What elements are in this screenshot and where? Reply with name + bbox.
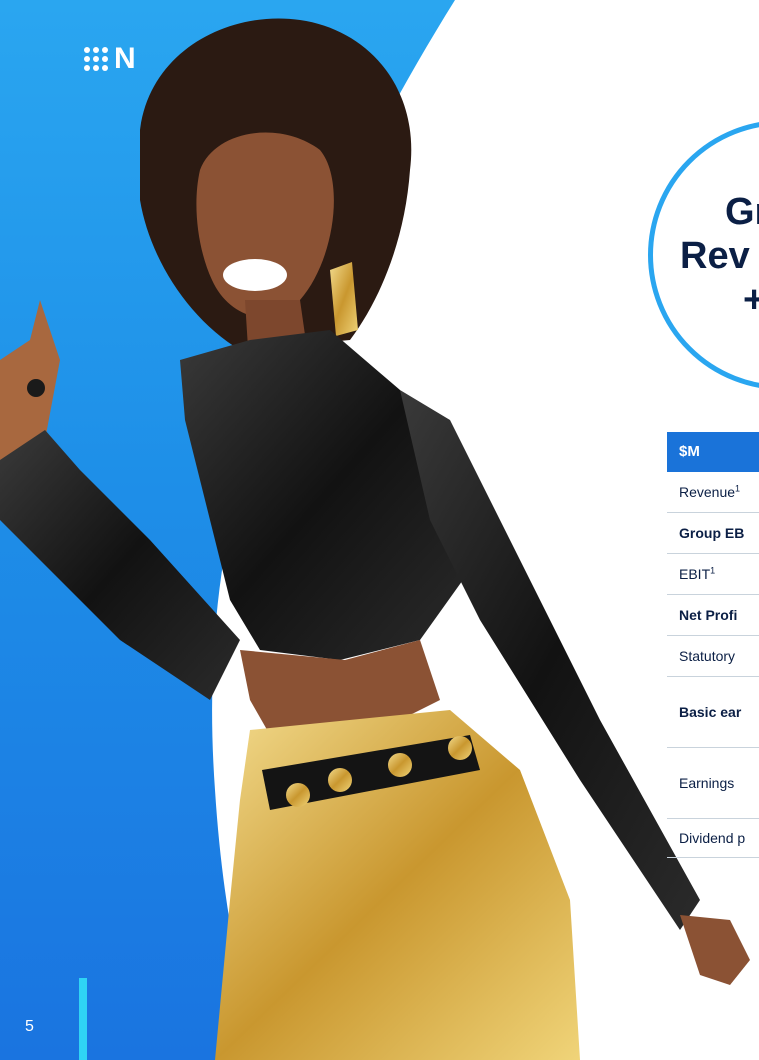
callout-line-1: Gr bbox=[725, 191, 759, 233]
slide: N G Rev + $M Revenue1 Group EB EBIT1 Net… bbox=[0, 0, 759, 1060]
accent-bar bbox=[79, 978, 87, 1060]
row-label: Revenue bbox=[679, 484, 736, 500]
row-label: Group EB bbox=[679, 525, 745, 541]
callout-line-3: + bbox=[743, 279, 759, 321]
table-row-ebit: EBIT1 bbox=[667, 554, 759, 595]
row-label: Net Profi bbox=[679, 607, 738, 623]
table-row-group-ebitda: Group EB bbox=[667, 513, 759, 554]
row-label: EBIT bbox=[679, 566, 711, 582]
table-row-dividend: Dividend p bbox=[667, 819, 759, 858]
table-row-revenue: Revenue1 bbox=[667, 472, 759, 513]
person-photo bbox=[0, 18, 750, 1060]
row-label: Basic ear bbox=[679, 704, 742, 720]
footnote-marker: 1 bbox=[735, 483, 741, 494]
row-label: Dividend p bbox=[679, 830, 746, 846]
table-header: $M bbox=[667, 432, 759, 472]
table-row-statutory: Statutory bbox=[667, 636, 759, 677]
callout-line-2: Rev bbox=[680, 235, 750, 277]
table-row-basic-earnings: Basic ear bbox=[667, 677, 759, 748]
highlight-callout-text: Gr Rev + bbox=[680, 190, 759, 322]
row-label: Statutory bbox=[679, 648, 736, 664]
table-row-net-profit: Net Profi bbox=[667, 595, 759, 636]
row-label: Earnings bbox=[679, 775, 735, 791]
table-row-earnings: Earnings bbox=[667, 748, 759, 819]
footnote-marker: 1 bbox=[710, 565, 716, 576]
page-number: 5 bbox=[25, 1018, 34, 1035]
financial-summary-table: $M Revenue1 Group EB EBIT1 Net Profi Sta… bbox=[667, 432, 759, 858]
